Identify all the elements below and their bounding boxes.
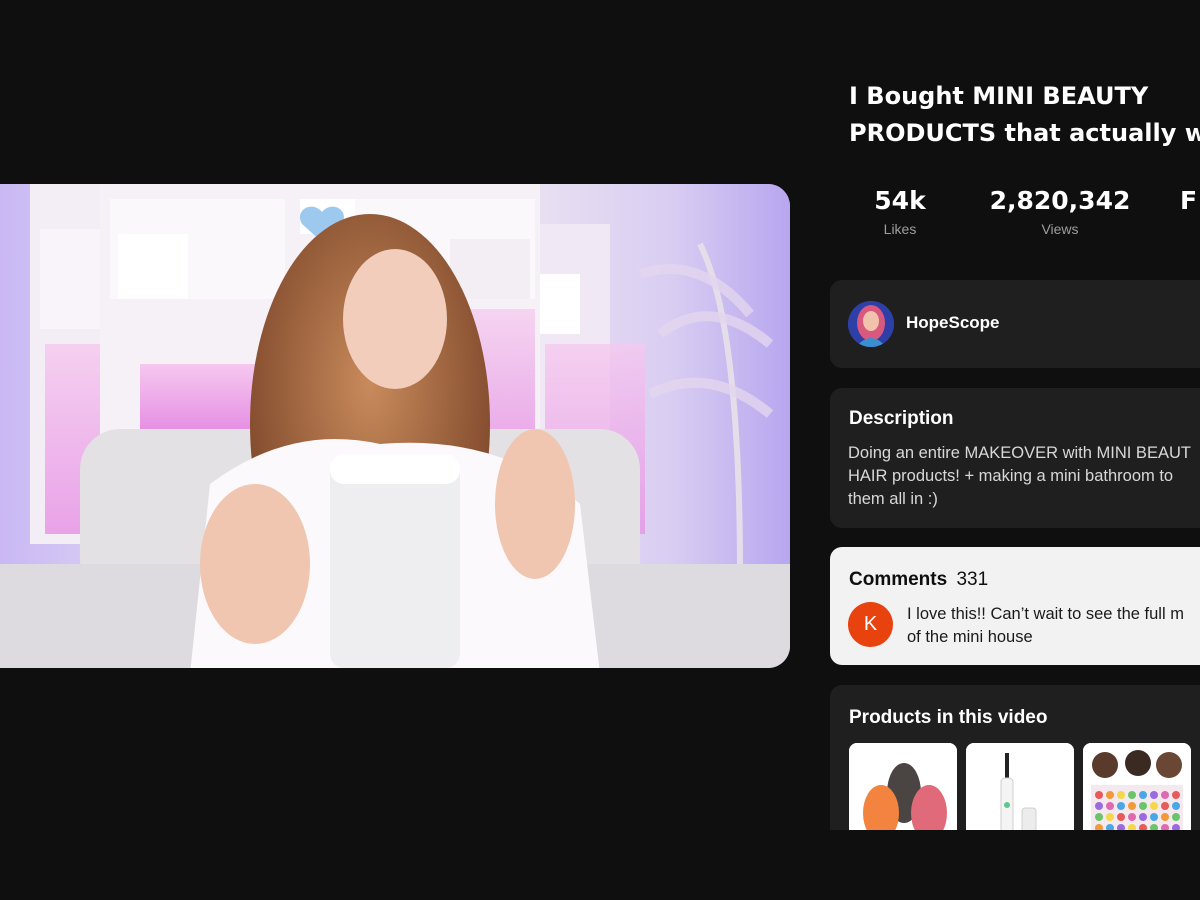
comments-card[interactable]: Comments 331 K I love this!! Can’t wait … — [830, 547, 1200, 665]
products-card: Products in this video — [830, 685, 1200, 830]
channel-name[interactable]: HopeScope — [906, 313, 1000, 333]
date-stat: F — [1180, 186, 1200, 215]
comment-text: I love this!! Can’t wait to see the full… — [907, 605, 1184, 646]
description-text: Doing an entire MAKEOVER with MINI BEAUT… — [848, 444, 1191, 508]
likes-stat[interactable]: 54k Likes — [850, 186, 950, 237]
comments-label: Comments — [849, 569, 948, 590]
comments-heading: Comments 331 — [849, 569, 988, 591]
channel-avatar-icon[interactable] — [848, 301, 894, 347]
channel-card[interactable]: HopeScope — [830, 280, 1200, 368]
video-title: I Bought MINI BEAUTY PRODUCTS that actua… — [849, 82, 1200, 147]
description-card[interactable]: Description Doing an entire MAKEOVER wit… — [830, 388, 1200, 528]
comments-count: 331 — [956, 569, 989, 590]
likes-count: 54k — [874, 186, 926, 215]
video-frame — [0, 184, 790, 668]
views-count: 2,820,342 — [989, 186, 1131, 215]
views-stat: 2,820,342 Views — [980, 186, 1140, 237]
product-item-hair-accessories[interactable] — [1083, 743, 1191, 830]
date-value: F — [1180, 186, 1198, 215]
eyelash-curler-icon — [966, 743, 1074, 830]
product-item-eyelash-curler[interactable] — [966, 743, 1074, 830]
commenter-avatar: K — [848, 602, 893, 647]
makeup-sponges-icon — [849, 743, 957, 830]
description-heading: Description — [849, 408, 954, 429]
views-label: Views — [1041, 221, 1079, 237]
video-details-panel: I Bought MINI BEAUTY PRODUCTS that actua… — [830, 0, 1200, 900]
likes-label: Likes — [883, 221, 917, 237]
product-item-makeup-sponges[interactable] — [849, 743, 957, 830]
products-heading: Products in this video — [849, 707, 1048, 728]
video-stats: 54k Likes 2,820,342 Views F — [830, 186, 1200, 246]
video-player[interactable] — [0, 184, 790, 668]
hair-accessories-icon — [1083, 743, 1191, 830]
